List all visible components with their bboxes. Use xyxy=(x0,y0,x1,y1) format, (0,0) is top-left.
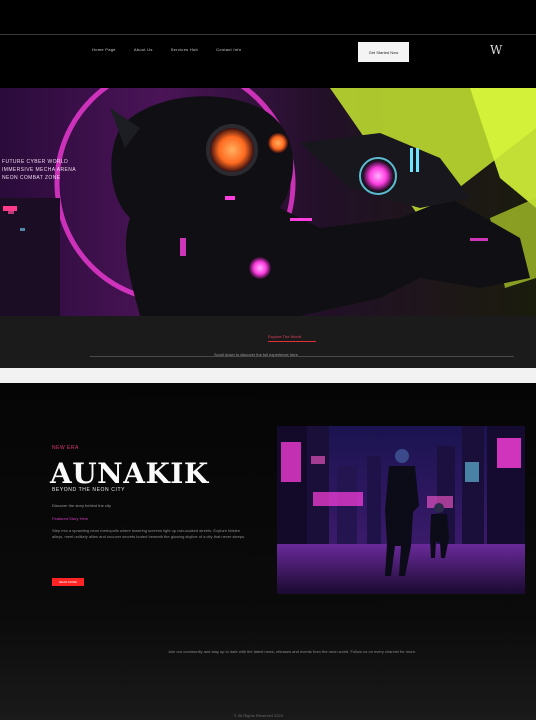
feature-tag: Featured Story Here xyxy=(52,516,89,521)
feature-eyebrow: NEW ERA xyxy=(52,445,79,451)
nav-cta-button[interactable]: Get Started Now xyxy=(358,42,409,62)
hero-cta-button[interactable] xyxy=(3,206,17,211)
hero-line: FUTURE CYBER WORLD xyxy=(2,159,69,165)
nav-item-contact[interactable]: Contact Info xyxy=(216,47,241,52)
feature-headline: AUNAKIK xyxy=(50,457,209,490)
explore-link[interactable]: Explore The World xyxy=(268,334,301,339)
feature-paragraph: Step into a sprawling neon metropolis wh… xyxy=(52,528,246,540)
hero-line: IMMERSIVE MECHA ARENA xyxy=(2,167,76,173)
nav-item-home[interactable]: Home Page xyxy=(92,47,116,52)
nav-item-about[interactable]: About Us xyxy=(134,47,153,52)
hero-footer-strip: Explore The World Scroll down to discove… xyxy=(0,316,536,368)
nav-item-services[interactable]: Services Hub xyxy=(171,47,198,52)
feature-section: NEW ERA AUNAKIK BEYOND THE NEON CITY Dis… xyxy=(0,383,536,720)
hero-mecha-illustration xyxy=(0,88,536,316)
top-navigation: Home Page About Us Services Hub Contact … xyxy=(0,0,536,88)
neon-city-illustration xyxy=(277,426,525,594)
white-separator-band xyxy=(0,368,536,383)
city-street-image[interactable] xyxy=(277,426,525,594)
top-divider xyxy=(0,34,536,35)
copyright-text: © All Rights Reserved 2024 xyxy=(234,713,283,718)
footer-text: Join our community and stay up to date w… xyxy=(167,649,417,654)
main-nav: Home Page About Us Services Hub Contact … xyxy=(92,47,241,52)
hero-copy: FUTURE CYBER WORLD IMMERSIVE MECHA ARENA… xyxy=(2,158,112,182)
hero-banner: FUTURE CYBER WORLD IMMERSIVE MECHA ARENA… xyxy=(0,88,536,316)
feature-subhead: BEYOND THE NEON CITY xyxy=(52,487,126,493)
feature-note: Discover the story behind the city xyxy=(52,503,111,508)
explore-underline xyxy=(268,341,316,342)
brand-logo[interactable]: W xyxy=(490,43,502,57)
read-more-button[interactable]: READ MORE xyxy=(52,578,84,586)
hero-line: NEON COMBAT ZONE xyxy=(2,175,61,181)
scroll-caption: Scroll down to discover the full experie… xyxy=(214,352,298,357)
section-divider xyxy=(90,356,514,357)
